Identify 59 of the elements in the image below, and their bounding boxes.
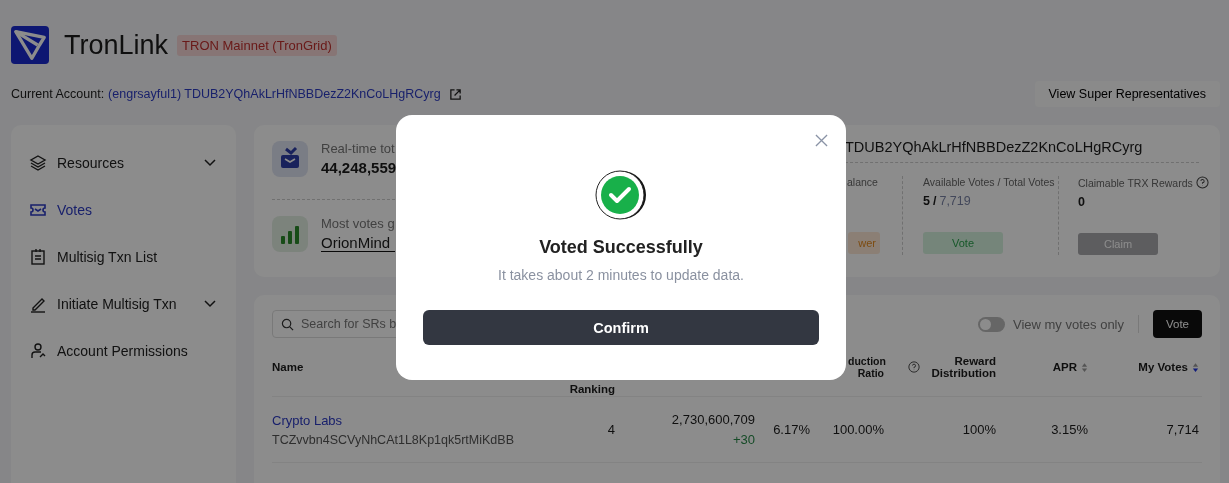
stat-label: Most votes g [321, 216, 395, 231]
stat-link[interactable]: OrionMind [321, 234, 395, 252]
sort-icon[interactable] [1081, 361, 1088, 373]
column-label: Available Votes / Total Votes [923, 176, 1055, 188]
column-header: Reward Distribution [930, 355, 996, 379]
search-icon [281, 318, 294, 331]
column-value: 0 [1078, 195, 1085, 211]
sort-icon[interactable] [1192, 361, 1199, 373]
bar-chart-icon [272, 216, 308, 252]
chevron-down-icon [204, 299, 216, 308]
ratio-cell: 100.00% [832, 422, 884, 437]
reward-cell: 100% [962, 422, 996, 437]
chevron-down-icon [204, 158, 216, 167]
my-votes-cell: 7,714 [1166, 422, 1199, 437]
help-icon[interactable] [908, 361, 920, 373]
layers-icon [29, 153, 47, 172]
sidebar-item[interactable]: Resources [11, 139, 236, 186]
sidebar-item[interactable]: Initiate Multisig Txn [11, 280, 236, 327]
close-icon[interactable] [815, 134, 828, 147]
dialog-message: It takes about 2 minutes to update data. [498, 267, 744, 283]
toggle-switch[interactable] [977, 316, 1005, 332]
ranking-cell: 4 [607, 422, 615, 437]
help-icon[interactable] [1195, 176, 1209, 189]
column-header: Ranking [569, 383, 615, 395]
total-votes: 7,719 [939, 194, 971, 210]
success-check-icon [595, 169, 647, 221]
user-icon [29, 341, 47, 360]
table-cell: 6.17% [773, 422, 810, 437]
toggle-label: View my votes only [1012, 316, 1124, 332]
ballot-icon [272, 141, 308, 177]
slash: / [932, 194, 937, 210]
column-header: APR [1052, 361, 1077, 373]
vote-change: +30 [732, 432, 755, 447]
view-super-representatives-button[interactable]: View Super Representatives [1034, 81, 1220, 107]
confirm-button[interactable]: Confirm [423, 310, 819, 345]
sidebar-item[interactable]: Account Permissions [11, 327, 236, 374]
column-header: Name [272, 361, 304, 373]
app-name: TronLink [64, 29, 169, 61]
column-value: 5 [923, 194, 930, 210]
column-header: duction Ratio [848, 355, 884, 379]
column-header: My Votes [1138, 361, 1188, 373]
network-badge: TRON Mainnet (TronGrid) [177, 34, 337, 56]
apr-cell: 3.15% [1051, 422, 1088, 437]
sr-address: TCZvvbn4SCVyNhCAt1L8Kp1qk5rtMiKdBB [272, 432, 515, 447]
votes-cell: 2,730,600,709 [671, 412, 755, 427]
external-link-icon[interactable] [448, 87, 462, 101]
account-label: Current Account: [11, 87, 105, 101]
column-label: alance [847, 176, 878, 188]
logo-icon [11, 26, 49, 64]
sidebar-item[interactable]: Votes [11, 186, 236, 233]
stat-value: 44,248,559 [321, 159, 397, 176]
sidebar-item[interactable]: Multisig Txn List [11, 233, 236, 280]
account-link[interactable]: (engrsayful1) TDUB2YQhAkLrHfNBBDezZ2KnCoLHgRCyrg [108, 87, 441, 101]
clipboard-icon [29, 247, 47, 266]
column-label: Claimable TRX Rewards [1078, 176, 1193, 189]
dialog-title: Voted Successfully [539, 237, 703, 258]
stat-label: Real-time tot [321, 141, 396, 156]
vote-button[interactable]: Vote [1153, 310, 1202, 338]
sr-name-link[interactable]: Crypto Labs [272, 412, 560, 428]
